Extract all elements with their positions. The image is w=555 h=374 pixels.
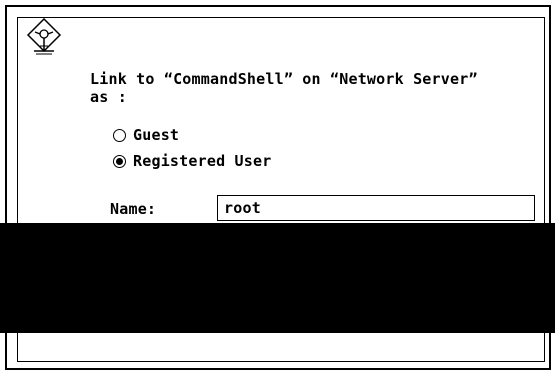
redaction-bar (0, 223, 555, 333)
radio-button-guest[interactable] (113, 128, 126, 142)
name-field[interactable]: root (217, 195, 535, 221)
message-line-1: Link to “CommandShell” on “Network Serve… (90, 70, 478, 88)
message-line-2: as : (90, 88, 127, 106)
radio-button-registered-user[interactable] (113, 154, 126, 168)
radio-label-guest: Guest (133, 126, 180, 144)
name-field-value: root (224, 199, 261, 217)
name-label: Name: (110, 200, 157, 218)
radio-label-registered-user: Registered User (133, 152, 272, 170)
dialog-message: Link to “CommandShell” on “Network Serve… (90, 70, 478, 106)
radio-guest[interactable]: Guest (113, 126, 179, 144)
radio-registered-user[interactable]: Registered User (113, 152, 271, 170)
radio-selected-dot (116, 157, 123, 165)
network-link-icon (26, 17, 62, 55)
